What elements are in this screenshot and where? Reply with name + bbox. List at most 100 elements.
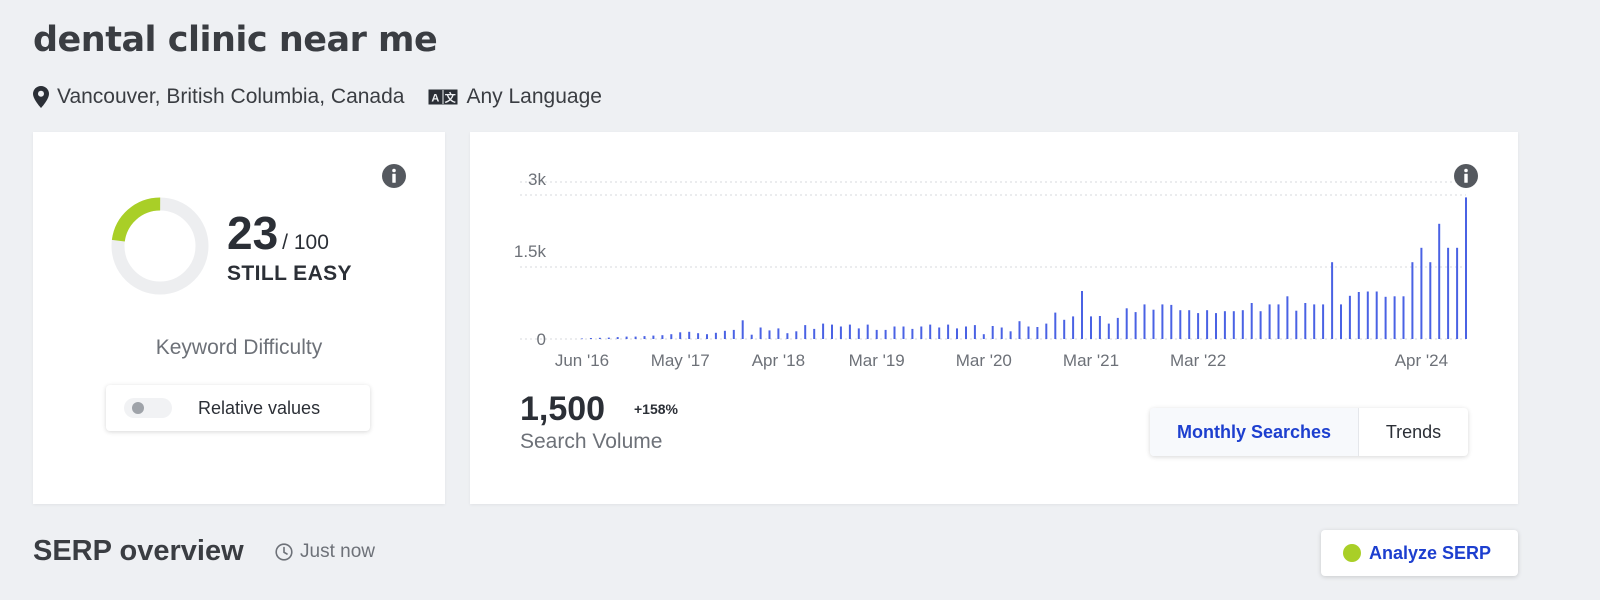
chart-bar[interactable] — [1241, 310, 1244, 339]
chart-bar[interactable] — [813, 328, 816, 339]
chart-bar[interactable] — [1197, 313, 1200, 339]
chart-bar[interactable] — [1348, 295, 1351, 339]
chart-bar[interactable] — [1250, 303, 1253, 339]
chart-bar[interactable] — [634, 336, 637, 339]
chart-bar[interactable] — [1259, 311, 1262, 339]
chart-bar[interactable] — [598, 337, 601, 339]
chart-bar[interactable] — [1295, 310, 1298, 339]
chart-bar[interactable] — [1331, 262, 1334, 339]
chart-bar[interactable] — [1384, 296, 1387, 339]
chart-bar[interactable] — [857, 328, 860, 339]
chart-bar[interactable] — [1179, 310, 1182, 339]
chart-bar[interactable] — [1366, 291, 1369, 340]
chart-bar[interactable] — [1107, 323, 1110, 339]
chart-bar[interactable] — [1447, 247, 1450, 339]
chart-bar[interactable] — [679, 332, 682, 339]
chart-bar[interactable] — [1072, 316, 1075, 339]
chart-bar[interactable] — [589, 338, 592, 339]
chart-bar[interactable] — [741, 320, 744, 339]
chart-bar[interactable] — [1098, 316, 1101, 339]
chart-bar[interactable] — [1116, 317, 1119, 339]
chart-bar[interactable] — [1438, 223, 1441, 339]
chart-bar[interactable] — [768, 330, 771, 339]
chart-bar[interactable] — [1402, 296, 1405, 339]
analyze-serp-button[interactable]: Analyze SERP — [1321, 530, 1518, 576]
tab-trends[interactable]: Trends — [1358, 408, 1468, 456]
chart-bar[interactable] — [991, 326, 994, 339]
chart-bar[interactable] — [1277, 304, 1280, 339]
chart-bar[interactable] — [965, 326, 967, 340]
chart-bar[interactable] — [706, 334, 708, 339]
chart-bar[interactable] — [929, 324, 932, 339]
chart-bar[interactable] — [1045, 323, 1048, 339]
chart-bar[interactable] — [1018, 321, 1021, 339]
chart-bar[interactable] — [697, 333, 700, 339]
chart-bar[interactable] — [1134, 312, 1137, 339]
chart-bar[interactable] — [938, 327, 941, 340]
chart-bar[interactable] — [956, 328, 958, 339]
chart-bar[interactable] — [973, 325, 976, 339]
chart-bar[interactable] — [920, 326, 923, 340]
chart-bar[interactable] — [1054, 312, 1057, 339]
chart-bar[interactable] — [795, 331, 798, 339]
chart-bar[interactable] — [1313, 304, 1316, 339]
chart-bar[interactable] — [902, 326, 905, 340]
chart-bar[interactable] — [750, 334, 753, 339]
chart-bar[interactable] — [1411, 262, 1414, 339]
chart-bar[interactable] — [777, 328, 780, 339]
chart-bar[interactable] — [1456, 247, 1459, 339]
chart-bar[interactable] — [1304, 303, 1307, 339]
chart-bar[interactable] — [1465, 197, 1467, 339]
chart-bar[interactable] — [1322, 304, 1325, 339]
chart-bar[interactable] — [1286, 296, 1289, 339]
chart-bar[interactable] — [1223, 311, 1226, 339]
chart-bar[interactable] — [732, 329, 735, 339]
chart-bar[interactable] — [1125, 308, 1128, 339]
chart-bar[interactable] — [1393, 296, 1396, 339]
chart-bar[interactable] — [723, 330, 726, 339]
chart-bar[interactable] — [1009, 331, 1012, 339]
chart-bar[interactable] — [1161, 304, 1164, 339]
chart-bar[interactable] — [661, 335, 664, 339]
chart-bar[interactable] — [1206, 310, 1209, 339]
chart-bar[interactable] — [759, 327, 762, 340]
chart-bar[interactable] — [643, 336, 646, 339]
chart-bar[interactable] — [1429, 262, 1432, 339]
chart-info-icon[interactable] — [1453, 163, 1479, 189]
relative-values-toggle[interactable]: Relative values — [106, 385, 370, 431]
chart-bar[interactable] — [804, 325, 807, 339]
chart-bar[interactable] — [1036, 327, 1039, 339]
chart-bar[interactable] — [1000, 327, 1003, 340]
chart-bar[interactable] — [581, 338, 583, 340]
chart-bar[interactable] — [714, 332, 717, 339]
chart-bar[interactable] — [1420, 247, 1423, 339]
chart-bar[interactable] — [1027, 326, 1030, 340]
chart-bar[interactable] — [1090, 316, 1092, 339]
chart-bar[interactable] — [688, 331, 691, 339]
chart-bar[interactable] — [947, 324, 950, 339]
chart-bar[interactable] — [652, 335, 655, 339]
chart-bar[interactable] — [786, 333, 789, 339]
chart-bar[interactable] — [1188, 310, 1191, 339]
chart-bar[interactable] — [831, 324, 833, 339]
chart-bar[interactable] — [982, 334, 985, 339]
chart-bar[interactable] — [1357, 292, 1360, 339]
chart-bar[interactable] — [839, 326, 842, 340]
chart-bar[interactable] — [848, 324, 851, 339]
chart-bar[interactable] — [884, 329, 887, 339]
chart-bar[interactable] — [1170, 304, 1173, 339]
chart-bar[interactable] — [911, 328, 914, 339]
chart-bar[interactable] — [1232, 311, 1235, 339]
chart-bar[interactable] — [1152, 309, 1155, 339]
chart-bar[interactable] — [670, 334, 673, 339]
chart-bar[interactable] — [1375, 291, 1378, 340]
chart-bar[interactable] — [1340, 304, 1342, 339]
chart-bar[interactable] — [875, 329, 878, 339]
chart-bar[interactable] — [1215, 313, 1217, 339]
chart-bar[interactable] — [625, 336, 628, 339]
chart-bar[interactable] — [822, 323, 825, 339]
kd-info-icon[interactable] — [381, 163, 407, 189]
chart-bar[interactable] — [893, 326, 896, 340]
tab-monthly-searches[interactable]: Monthly Searches — [1150, 408, 1358, 456]
chart-bar[interactable] — [1081, 291, 1083, 339]
